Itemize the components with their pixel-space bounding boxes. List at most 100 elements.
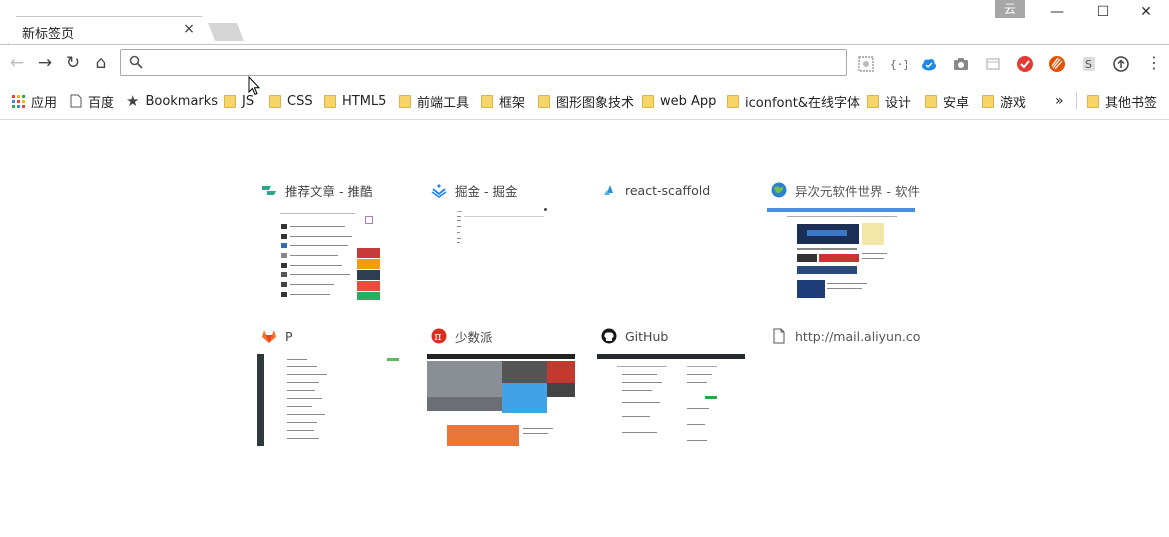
tile-header: 掘金 - 掘金 [431,181,581,199]
stylish-icon[interactable] [1048,55,1066,73]
bookmark-folder-frameworks[interactable]: 框架 [481,92,525,111]
extension-puzzle-icon[interactable] [857,55,875,73]
search-icon [129,55,143,69]
bookmark-label: iconfont&在线字体 [745,95,860,111]
bookmarks-divider [0,119,1169,120]
bookmark-folder-html5[interactable]: HTML5 [324,92,386,110]
bookmark-label: Bookmarks [145,93,219,109]
minimize-button[interactable]: — [1034,0,1080,26]
most-visited-tile[interactable]: 异次元软件世界 - 软件 [767,181,920,307]
tile-header: 异次元软件世界 - 软件 [771,181,921,199]
folder-icon [727,94,739,108]
bookmark-folder-graphics[interactable]: 图形图象技术 [538,92,635,111]
folder-icon [224,94,236,108]
bookmark-bookmarks[interactable]: ★ Bookmarks [126,92,218,110]
bookmark-baidu[interactable]: 百度 [70,92,115,111]
todoist-icon[interactable] [1016,55,1034,73]
tile-title: 少数派 [455,329,493,345]
menu-icon[interactable]: ⋮ [1146,54,1162,72]
bookmarks-bar: 应用 百度 ★ Bookmarks JS CSS HTML5 前端工具 框架 图… [0,86,1169,116]
folder-icon [1087,94,1099,108]
most-visited-tile[interactable]: 掘金 - 掘金 [427,181,575,307]
window-icon[interactable] [984,55,1002,73]
tile-title: P [285,328,293,344]
tile-thumbnail [427,354,575,446]
profile-button[interactable]: 云 [995,0,1025,18]
bookmark-label: web App [660,93,717,109]
most-visited-tile[interactable]: react-scaffold [597,181,745,307]
bookmark-label: 游戏 [1000,95,1027,111]
tile-thumbnail [257,208,405,300]
bookmark-label: 图形图象技术 [556,95,635,111]
most-visited-tile[interactable]: http://mail.aliyun.com [767,327,921,453]
svg-text:{·}: {·} [890,58,907,71]
bookmark-folder-frontend-tools[interactable]: 前端工具 [399,92,469,111]
tile-title: GitHub [625,328,669,344]
bookmark-folder-webapp[interactable]: web App [642,92,716,110]
address-bar[interactable] [120,49,847,76]
tile-title: 掘金 - 掘金 [455,183,518,199]
bookmark-label: HTML5 [342,93,387,109]
folder-icon [324,94,336,108]
apps-grid-icon [12,94,25,108]
tab-title[interactable]: 新标签页 [22,23,74,42]
bookmarks-separator [1076,92,1077,109]
bookmark-label: CSS [287,93,313,109]
tile-thumbnail [597,354,745,446]
bookmark-label: 百度 [88,95,115,111]
bookmark-label: 安卓 [943,95,970,111]
home-button[interactable]: ⌂ [91,53,111,73]
star-icon: ★ [126,92,140,110]
bookmark-label: 其他书签 [1105,95,1158,111]
address-input[interactable] [149,53,839,72]
tile-title: 推荐文章 - 推酷 [285,183,373,199]
most-visited-tile[interactable]: P [257,327,405,453]
svg-text:π: π [434,330,441,343]
folder-icon [269,94,281,108]
folder-icon [982,94,994,108]
github-icon [601,328,617,344]
folder-icon [481,94,493,108]
most-visited-tile[interactable]: 推荐文章 - 推酷 [257,181,405,307]
bookmark-label: 应用 [31,95,58,111]
juejin-icon [431,184,447,198]
bookmark-folder-android[interactable]: 安卓 [925,92,970,111]
json-formatter-icon[interactable]: {·} [889,55,907,73]
folder-icon [867,94,879,108]
upload-icon[interactable] [1112,55,1130,73]
tile-title: http://mail.aliyun.com [795,328,921,344]
bookmark-folder-games[interactable]: 游戏 [982,92,1027,111]
s-icon[interactable]: S [1080,55,1098,73]
folder-icon [642,94,654,108]
tile-header: react-scaffold [601,181,751,199]
close-window-button[interactable]: ✕ [1123,0,1169,26]
bookmark-folder-design[interactable]: 设计 [867,92,911,111]
tab-close-icon[interactable]: × [182,22,196,36]
tile-title: 异次元软件世界 - 软件 [795,183,920,199]
new-tab-button[interactable] [208,23,244,41]
most-visited-tile[interactable]: π 少数派 [427,327,575,453]
tile-header: P [261,327,411,345]
reload-button[interactable]: ↻ [63,53,83,73]
bookmark-folder-iconfont[interactable]: iconfont&在线字体 [727,92,860,111]
tile-header: 推荐文章 - 推酷 [261,181,411,199]
mouse-cursor-icon [248,76,260,96]
maximize-button[interactable]: ☐ [1080,0,1126,26]
most-visited-tile[interactable]: GitHub [597,327,745,453]
sspai-icon: π [431,328,447,344]
back-button[interactable]: ← [7,53,27,73]
tile-thumbnail [767,208,915,300]
forward-button[interactable]: → [35,53,55,73]
folder-icon [925,94,937,108]
bookmark-folder-css[interactable]: CSS [269,92,313,110]
bookmark-apps[interactable]: 应用 [12,92,58,111]
tile-thumbnail [767,354,915,446]
camera-icon[interactable] [952,55,970,73]
bookmarks-overflow-button[interactable]: » [1055,92,1064,110]
globe-icon [771,182,787,198]
bookmark-folder-other[interactable]: 其他书签 [1087,92,1158,111]
tile-header: GitHub [601,327,751,345]
cloud-icon[interactable] [920,55,938,73]
react-icon [604,185,613,195]
tile-thumbnail [597,208,745,300]
